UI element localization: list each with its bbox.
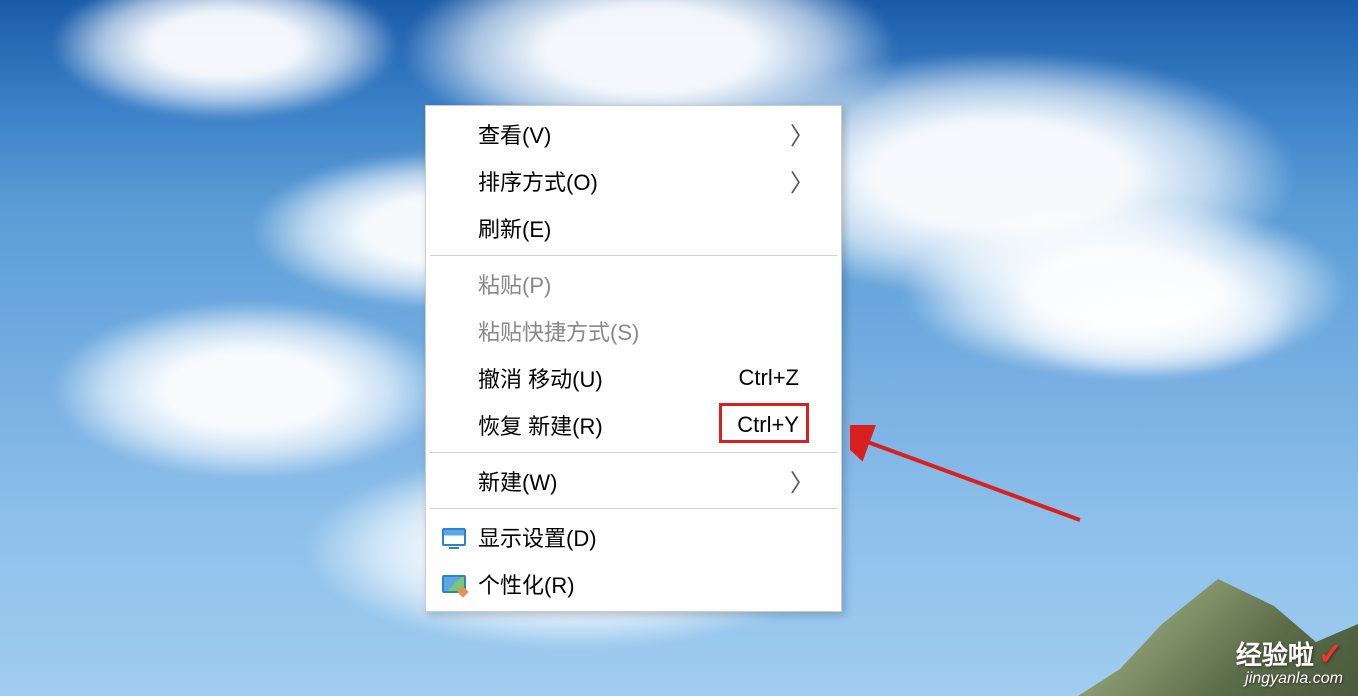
menu-label-refresh: 刷新(E) bbox=[478, 212, 819, 244]
chevron-right-icon: 〉 bbox=[790, 163, 814, 198]
menu-item-refresh[interactable]: 刷新(E) bbox=[428, 204, 839, 251]
desktop-context-menu: 查看(V) 〉 排序方式(O) 〉 刷新(E) 粘贴(P) 粘贴快捷方式(S) … bbox=[425, 105, 842, 612]
menu-separator bbox=[430, 255, 837, 256]
menu-label-view: 查看(V) bbox=[478, 118, 819, 150]
menu-label-paste: 粘贴(P) bbox=[478, 268, 819, 300]
menu-label-display: 显示设置(D) bbox=[478, 521, 819, 553]
menu-item-new[interactable]: 新建(W) 〉 bbox=[428, 457, 839, 504]
menu-separator bbox=[430, 508, 837, 509]
menu-item-paste: 粘贴(P) bbox=[428, 260, 839, 307]
watermark-url: jingyanla.com bbox=[1236, 670, 1343, 688]
menu-item-display-settings[interactable]: 显示设置(D) bbox=[428, 513, 839, 560]
menu-label-new: 新建(W) bbox=[478, 465, 819, 497]
menu-separator bbox=[430, 452, 837, 453]
menu-label-sort: 排序方式(O) bbox=[478, 165, 819, 197]
check-icon: ✓ bbox=[1318, 637, 1343, 672]
menu-label-personalize: 个性化(R) bbox=[478, 568, 819, 600]
menu-label-paste-shortcut: 粘贴快捷方式(S) bbox=[478, 315, 819, 347]
chevron-right-icon: 〉 bbox=[790, 116, 814, 151]
menu-item-personalize[interactable]: 个性化(R) bbox=[428, 560, 839, 607]
menu-label-redo: 恢复 新建(R) bbox=[478, 409, 737, 441]
menu-item-redo[interactable]: 恢复 新建(R) Ctrl+Y bbox=[428, 401, 839, 448]
chevron-right-icon: 〉 bbox=[790, 463, 814, 498]
menu-item-undo[interactable]: 撤消 移动(U) Ctrl+Z bbox=[428, 354, 839, 401]
menu-label-undo: 撤消 移动(U) bbox=[478, 362, 739, 394]
watermark-title: 经验啦 bbox=[1236, 635, 1314, 672]
menu-item-paste-shortcut: 粘贴快捷方式(S) bbox=[428, 307, 839, 354]
display-settings-icon bbox=[442, 527, 466, 547]
menu-item-view[interactable]: 查看(V) 〉 bbox=[428, 110, 839, 157]
menu-shortcut-redo: Ctrl+Y bbox=[737, 412, 799, 438]
menu-shortcut-undo: Ctrl+Z bbox=[739, 365, 800, 391]
menu-item-sort[interactable]: 排序方式(O) 〉 bbox=[428, 157, 839, 204]
watermark: 经验啦 ✓ jingyanla.com bbox=[1236, 635, 1343, 688]
personalize-icon bbox=[442, 574, 466, 594]
